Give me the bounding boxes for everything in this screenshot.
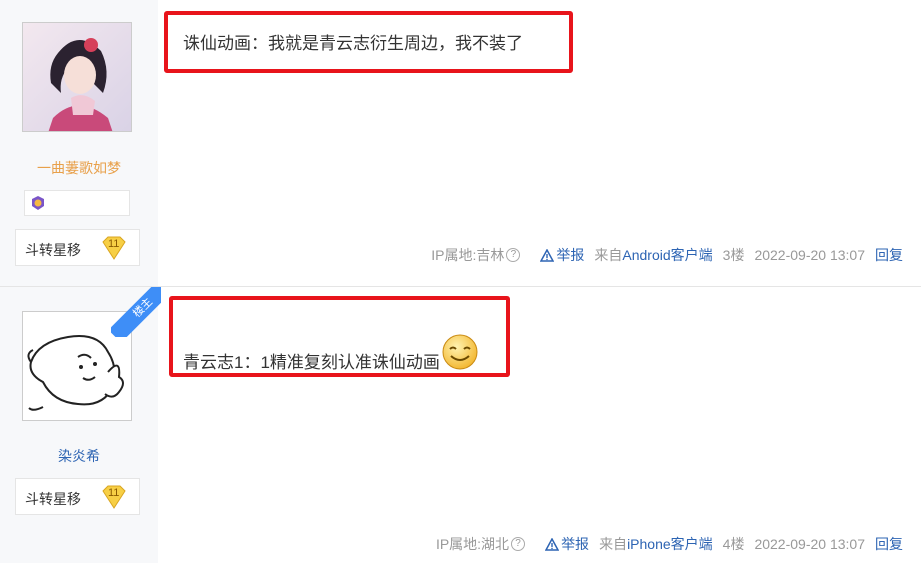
level-badge[interactable]: 斗转星移 11 [15, 478, 140, 515]
username[interactable]: 一曲萋歌如梦 [0, 158, 158, 178]
thread-starter-ribbon: 楼主 [111, 287, 161, 337]
report-link[interactable]: 举报 [556, 245, 584, 265]
post-text: 青云志1：1精准复刻认准诛仙动画 [183, 353, 440, 372]
post-floor-3: 一曲萋歌如梦 斗转星移 11 诛仙动画：我就是青云志衍生周边，我不装了 IP属地… [0, 0, 921, 286]
warning-icon [545, 537, 560, 551]
level-name: 斗转星移 [25, 242, 81, 258]
post-content: 青云志1：1精准复刻认准诛仙动画 [183, 333, 479, 373]
post-meta: IP属地:湖北 ? 举报 来自iPhone客户端 4楼 2022-09-20 1… [436, 534, 903, 554]
smiley-emoji-icon [442, 334, 478, 370]
avatar[interactable] [22, 22, 132, 132]
floor-number: 3楼 [722, 247, 745, 263]
user-sidebar: 染炎希 斗转星移 11 楼主 [0, 287, 161, 563]
post-floor-4: 染炎希 斗转星移 11 楼主 青云志1：1精准复刻认准诛仙动画 IP属地:湖北 … [0, 286, 921, 563]
client-source: 来自iPhone客户端 [599, 536, 713, 552]
warning-icon [540, 248, 555, 262]
ip-location: IP属地:吉林 [431, 247, 505, 263]
level-name: 斗转星移 [25, 491, 81, 507]
level-number: 11 [108, 487, 120, 499]
reply-link[interactable]: 回复 [875, 534, 903, 554]
ip-location: IP属地:湖北 [435, 536, 510, 552]
report-link[interactable]: 举报 [561, 534, 589, 554]
question-icon[interactable]: ? [511, 537, 526, 551]
member-badge[interactable] [24, 190, 130, 216]
reply-link[interactable]: 回复 [875, 245, 903, 265]
client-link[interactable]: iPhone客户端 [627, 536, 713, 552]
post-meta: IP属地:吉林 ? 举报 来自Android客户端 3楼 2022-09-20 … [431, 245, 903, 265]
user-sidebar: 一曲萋歌如梦 斗转星移 11 [0, 0, 158, 286]
question-icon[interactable]: ? [506, 248, 521, 262]
post-content: 诛仙动画：我就是青云志衍生周边，我不装了 [183, 34, 523, 53]
level-badge[interactable]: 斗转星移 11 [15, 229, 140, 266]
username[interactable]: 染炎希 [0, 446, 158, 466]
client-source: 来自Android客户端 [594, 247, 713, 263]
level-number: 11 [108, 238, 120, 250]
member-badge-icon [32, 196, 44, 210]
floor-number: 4楼 [722, 536, 745, 552]
client-link[interactable]: Android客户端 [622, 247, 712, 263]
post-time: 2022-09-20 13:07 [754, 247, 865, 263]
post-time: 2022-09-20 13:07 [754, 536, 865, 552]
ribbon-label: 楼主 [111, 287, 161, 337]
